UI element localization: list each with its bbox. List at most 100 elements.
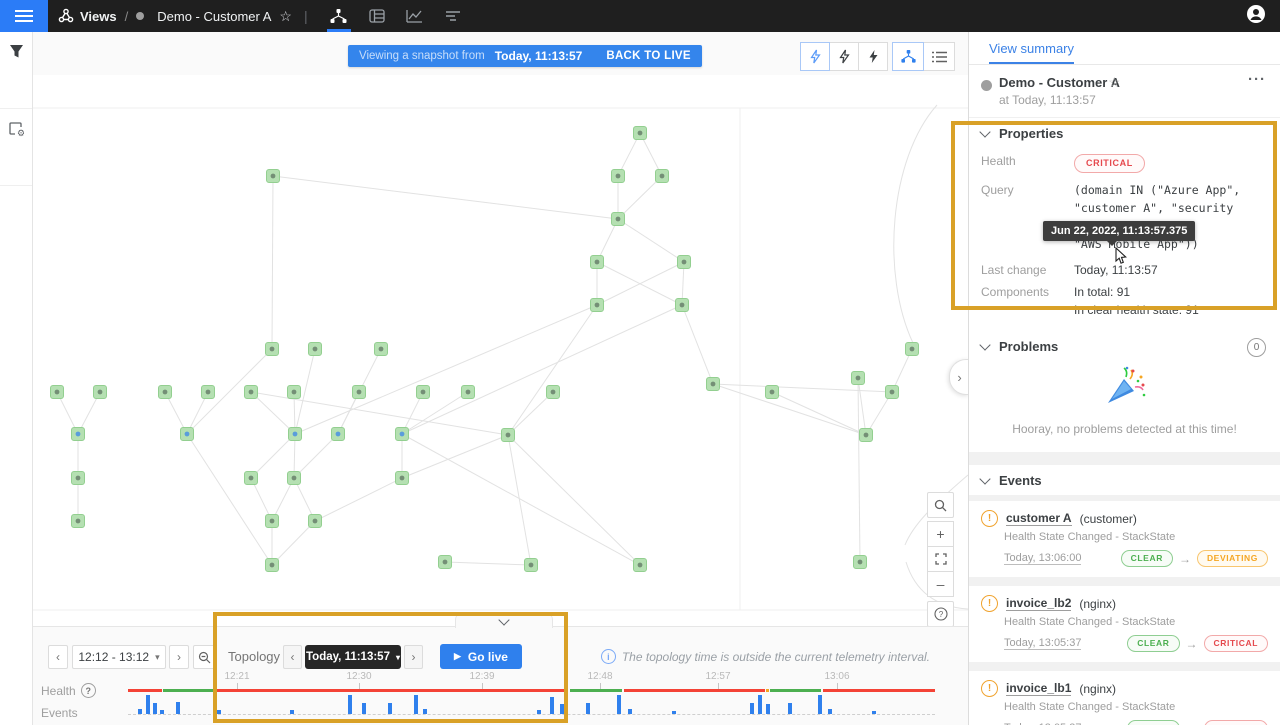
event-count-bar[interactable]	[617, 695, 621, 714]
show-problems-filled-button[interactable]	[858, 42, 888, 71]
nav-telemetry-icon[interactable]	[396, 0, 434, 32]
event-count-bar[interactable]	[217, 710, 221, 714]
topology-component-node[interactable]	[852, 372, 865, 385]
topology-component-node[interactable]	[676, 299, 689, 312]
event-count-bar[interactable]	[290, 710, 294, 714]
favorite-star-icon[interactable]: ☆	[279, 8, 292, 25]
view-settings-button[interactable]: ⚙	[0, 109, 32, 186]
topology-component-node[interactable]	[332, 428, 345, 441]
topology-component-node[interactable]	[353, 386, 366, 399]
topology-component-node[interactable]	[266, 559, 279, 572]
event-count-bar[interactable]	[628, 709, 632, 714]
event-count-bar[interactable]	[560, 704, 564, 714]
event-count-bar[interactable]	[146, 695, 150, 714]
breadcrumb-view-name[interactable]: Demo - Customer A	[157, 9, 271, 24]
event-list-item[interactable]: !customer A(customer)Health State Change…	[969, 501, 1280, 577]
event-count-bar[interactable]	[550, 697, 554, 714]
event-count-bar[interactable]	[766, 704, 770, 714]
more-menu-button[interactable]: ···	[1248, 71, 1266, 88]
event-count-bar[interactable]	[388, 703, 392, 714]
topology-time-next-button[interactable]: ›	[404, 645, 423, 669]
topology-component-node[interactable]	[396, 472, 409, 485]
topology-layout-button[interactable]	[892, 42, 924, 71]
event-component-link[interactable]: customer A	[1006, 511, 1072, 526]
topology-time-select[interactable]: Today, 11:13:57▾	[305, 645, 401, 669]
topology-component-node[interactable]	[72, 515, 85, 528]
breadcrumb-views[interactable]: Views	[80, 9, 117, 24]
event-count-bar[interactable]	[138, 709, 142, 714]
topology-component-node[interactable]	[439, 556, 452, 569]
event-count-bar[interactable]	[414, 695, 418, 714]
event-count-bar[interactable]	[586, 703, 590, 714]
topology-component-node[interactable]	[94, 386, 107, 399]
event-count-bar[interactable]	[672, 711, 676, 714]
event-time-link[interactable]: Today, 13:06:00	[1004, 552, 1081, 565]
topology-component-node[interactable]	[591, 299, 604, 312]
topology-component-node[interactable]	[159, 386, 172, 399]
nav-table-icon[interactable]	[358, 0, 396, 32]
back-to-live-button[interactable]: BACK TO LIVE	[606, 50, 691, 62]
event-list-item[interactable]: !invoice_lb2(nginx)Health State Changed …	[969, 586, 1280, 662]
range-next-button[interactable]: ›	[169, 645, 189, 669]
topology-component-node[interactable]	[634, 559, 647, 572]
nav-topology-icon[interactable]	[320, 0, 358, 32]
topology-component-node[interactable]	[656, 170, 669, 183]
topology-component-node[interactable]	[396, 428, 409, 441]
topology-component-node[interactable]	[886, 386, 899, 399]
topology-component-node[interactable]	[266, 515, 279, 528]
event-count-bar[interactable]	[758, 695, 762, 714]
topology-component-node[interactable]	[72, 428, 85, 441]
topology-component-node[interactable]	[462, 386, 475, 399]
nav-traces-icon[interactable]	[434, 0, 472, 32]
favorite-star-icon[interactable]: ☆	[1108, 74, 1121, 91]
event-component-link[interactable]: invoice_lb1	[1006, 681, 1071, 696]
event-count-bar[interactable]	[153, 703, 157, 714]
topology-component-node[interactable]	[612, 213, 625, 226]
filter-panel-button[interactable]	[0, 32, 32, 109]
show-all-problems-button[interactable]	[800, 42, 830, 71]
search-component-button[interactable]	[927, 492, 954, 518]
tab-view-summary[interactable]: View summary	[989, 32, 1074, 64]
topology-component-node[interactable]	[591, 256, 604, 269]
topology-canvas[interactable]: + – ? ›	[33, 75, 968, 626]
topology-component-node[interactable]	[678, 256, 691, 269]
topology-component-node[interactable]	[181, 428, 194, 441]
timeline-collapse-tab[interactable]	[455, 612, 553, 628]
topology-component-node[interactable]	[289, 428, 302, 441]
event-count-bar[interactable]	[818, 695, 822, 714]
range-prev-button[interactable]: ‹	[48, 645, 68, 669]
topology-component-node[interactable]	[245, 472, 258, 485]
topology-time-prev-button[interactable]: ‹	[283, 645, 302, 669]
zoom-in-button[interactable]: +	[927, 521, 954, 547]
list-layout-button[interactable]	[923, 42, 955, 71]
event-count-bar[interactable]	[176, 702, 180, 714]
topology-component-node[interactable]	[309, 515, 322, 528]
event-component-link[interactable]: invoice_lb2	[1006, 596, 1071, 611]
user-avatar-icon[interactable]	[1246, 4, 1266, 29]
topology-component-node[interactable]	[288, 472, 301, 485]
topology-component-node[interactable]	[245, 386, 258, 399]
last-change-value[interactable]: Today, 11:13:57	[1074, 263, 1158, 277]
event-count-bar[interactable]	[362, 703, 366, 714]
event-count-bar[interactable]	[828, 709, 832, 714]
topology-component-node[interactable]	[906, 343, 919, 356]
health-help-icon[interactable]: ?	[81, 683, 96, 698]
hamburger-menu-button[interactable]	[0, 0, 48, 32]
fit-to-screen-button[interactable]	[927, 546, 954, 572]
event-count-bar[interactable]	[872, 711, 876, 714]
topology-component-node[interactable]	[854, 556, 867, 569]
event-count-bar[interactable]	[423, 709, 427, 714]
topology-component-node[interactable]	[417, 386, 430, 399]
event-count-bar[interactable]	[160, 710, 164, 714]
problems-section-header[interactable]: Problems 0	[969, 331, 1280, 361]
topology-component-node[interactable]	[266, 343, 279, 356]
topology-component-node[interactable]	[309, 343, 322, 356]
topology-component-node[interactable]	[288, 386, 301, 399]
go-live-button[interactable]: ▶ Go live	[440, 644, 522, 669]
topology-component-node[interactable]	[267, 170, 280, 183]
topology-component-node[interactable]	[707, 378, 720, 391]
topology-component-node[interactable]	[525, 559, 538, 572]
event-count-bar[interactable]	[788, 703, 792, 714]
properties-section-header[interactable]: Properties	[969, 118, 1280, 148]
help-button[interactable]: ?	[927, 601, 954, 627]
